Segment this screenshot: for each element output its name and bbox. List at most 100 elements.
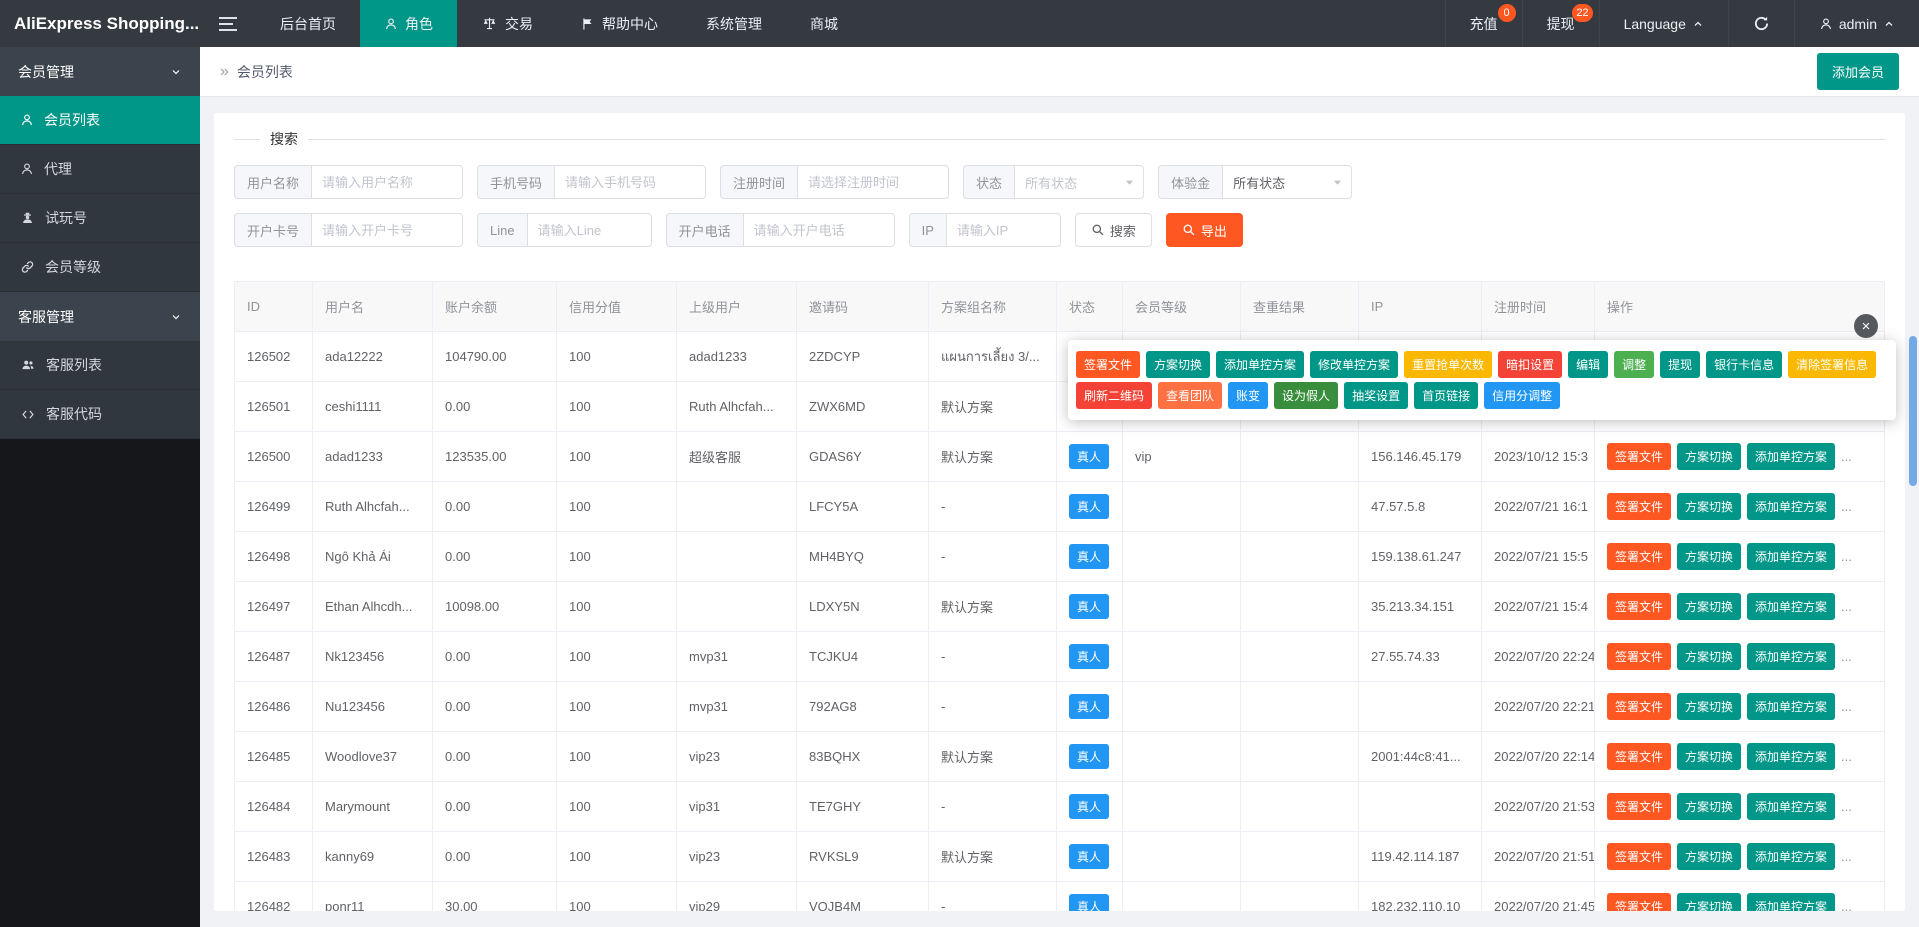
row-action-3-button[interactable]: 添加单控方案 xyxy=(1747,793,1835,820)
phone-field-input[interactable] xyxy=(554,165,706,199)
row-action-1-button[interactable]: 签署文件 xyxy=(1607,893,1671,911)
nav-item-mall[interactable]: 商城 xyxy=(786,0,862,47)
export-button[interactable]: 导出 xyxy=(1166,213,1243,247)
popup-action-button[interactable]: 账变 xyxy=(1228,382,1268,409)
username-field-input[interactable] xyxy=(311,165,463,199)
search-button[interactable]: 搜索 xyxy=(1075,213,1152,247)
sidebar-item-member-list[interactable]: 会员列表 xyxy=(0,96,200,145)
row-action-1-button[interactable]: 签署文件 xyxy=(1607,793,1671,820)
row-more-actions[interactable]: ... xyxy=(1841,799,1852,814)
row-action-2-button[interactable]: 方案切换 xyxy=(1677,543,1741,570)
popup-action-button[interactable]: 方案切换 xyxy=(1146,351,1210,378)
row-more-actions[interactable]: ... xyxy=(1841,899,1852,911)
row-action-2-button[interactable]: 方案切换 xyxy=(1677,643,1741,670)
row-action-2-button[interactable]: 方案切换 xyxy=(1677,743,1741,770)
ip-field-input[interactable] xyxy=(946,213,1061,247)
popup-action-button[interactable]: 调整 xyxy=(1614,351,1654,378)
popup-action-button[interactable]: 抽奖设置 xyxy=(1344,382,1408,409)
row-action-1-button[interactable]: 签署文件 xyxy=(1607,443,1671,470)
cell-status: 真人 xyxy=(1057,732,1123,782)
hamburger-icon xyxy=(219,17,237,31)
line-field-input[interactable] xyxy=(527,213,652,247)
card-number-field-input[interactable] xyxy=(311,213,463,247)
nav-item-help-center[interactable]: 帮助中心 xyxy=(557,0,682,47)
row-action-2-button[interactable]: 方案切换 xyxy=(1677,693,1741,720)
popup-action-button[interactable]: 提现 xyxy=(1660,351,1700,378)
row-action-3-button[interactable]: 添加单控方案 xyxy=(1747,543,1835,570)
popup-action-button[interactable]: 重置抢单次数 xyxy=(1404,351,1492,378)
nav-item-role[interactable]: 角色 xyxy=(360,0,457,47)
popup-action-button[interactable]: 信用分调整 xyxy=(1484,382,1560,409)
language-dropdown[interactable]: Language xyxy=(1599,0,1728,47)
refresh-button[interactable] xyxy=(1728,0,1794,47)
cell-username: Ngô Khả Ái xyxy=(313,532,433,582)
row-action-3-button[interactable]: 添加单控方案 xyxy=(1747,893,1835,911)
popup-action-button[interactable]: 首页链接 xyxy=(1414,382,1478,409)
account-phone-field-input[interactable] xyxy=(743,213,895,247)
sidebar-group-header-1[interactable]: 会员管理 xyxy=(0,47,200,96)
row-more-actions[interactable]: ... xyxy=(1841,649,1852,664)
nav-item-label: 帮助中心 xyxy=(602,14,658,34)
row-action-2-button[interactable]: 方案切换 xyxy=(1677,593,1741,620)
row-action-1-button[interactable]: 签署文件 xyxy=(1607,593,1671,620)
admin-dropdown[interactable]: admin xyxy=(1794,0,1919,47)
row-action-2-button[interactable]: 方案切换 xyxy=(1677,793,1741,820)
nav-item-trade[interactable]: 交易 xyxy=(457,0,557,47)
row-action-3-button[interactable]: 添加单控方案 xyxy=(1747,443,1835,470)
row-more-actions[interactable]: ... xyxy=(1841,449,1852,464)
row-action-3-button[interactable]: 添加单控方案 xyxy=(1747,643,1835,670)
row-more-actions[interactable]: ... xyxy=(1841,499,1852,514)
popup-action-button[interactable]: 设为假人 xyxy=(1274,382,1338,409)
row-action-3-button[interactable]: 添加单控方案 xyxy=(1747,843,1835,870)
row-action-2-button[interactable]: 方案切换 xyxy=(1677,893,1741,911)
nav-item-dashboard[interactable]: 后台首页 xyxy=(256,0,360,47)
recharge-label: 充值 xyxy=(1470,14,1498,34)
row-action-1-button[interactable]: 签署文件 xyxy=(1607,543,1671,570)
add-member-button[interactable]: 添加会员 xyxy=(1817,53,1899,90)
sidebar-item-service-code[interactable]: 客服代码 xyxy=(0,390,200,439)
cell-actions: 签署文件方案切换添加单控方案... xyxy=(1595,632,1885,682)
main-menu: 后台首页角色交易 帮助中心 系统管理商城 xyxy=(256,0,862,47)
row-action-3-button[interactable]: 添加单控方案 xyxy=(1747,493,1835,520)
popup-action-button[interactable]: 编辑 xyxy=(1568,351,1608,378)
popup-action-button[interactable]: 查看团队 xyxy=(1158,382,1222,409)
row-action-3-button[interactable]: 添加单控方案 xyxy=(1747,743,1835,770)
recharge-button[interactable]: 充值 0 xyxy=(1445,0,1522,47)
nav-item-system[interactable]: 系统管理 xyxy=(682,0,786,47)
row-more-actions[interactable]: ... xyxy=(1841,849,1852,864)
popup-close-button[interactable]: × xyxy=(1854,314,1878,338)
trial-fund-select-control[interactable]: 所有状态 xyxy=(1222,165,1352,199)
cell-parent: vip23 xyxy=(677,732,797,782)
popup-action-button[interactable]: 银行卡信息 xyxy=(1706,351,1782,378)
row-action-1-button[interactable]: 签署文件 xyxy=(1607,643,1671,670)
sidebar-group-header-2[interactable]: 客服管理 xyxy=(0,292,200,341)
sidebar-toggle-button[interactable] xyxy=(200,0,256,47)
popup-action-button[interactable]: 签署文件 xyxy=(1076,351,1140,378)
row-action-1-button[interactable]: 签署文件 xyxy=(1607,693,1671,720)
sidebar-item-agent[interactable]: 代理 xyxy=(0,145,200,194)
row-action-1-button[interactable]: 签署文件 xyxy=(1607,843,1671,870)
vertical-scrollbar-thumb[interactable] xyxy=(1909,336,1917,486)
popup-action-button[interactable]: 清除签署信息 xyxy=(1788,351,1876,378)
sidebar-item-service-list[interactable]: 客服列表 xyxy=(0,341,200,390)
withdraw-button[interactable]: 提现 22 xyxy=(1522,0,1599,47)
row-action-3-button[interactable]: 添加单控方案 xyxy=(1747,693,1835,720)
row-action-1-button[interactable]: 签署文件 xyxy=(1607,493,1671,520)
row-more-actions[interactable]: ... xyxy=(1841,599,1852,614)
register-time-field-input[interactable] xyxy=(797,165,949,199)
row-action-2-button[interactable]: 方案切换 xyxy=(1677,843,1741,870)
row-action-2-button[interactable]: 方案切换 xyxy=(1677,493,1741,520)
popup-action-button[interactable]: 修改单控方案 xyxy=(1310,351,1398,378)
popup-action-button[interactable]: 刷新二维码 xyxy=(1076,382,1152,409)
sidebar-item-trial-account[interactable]: 试玩号 xyxy=(0,194,200,243)
popup-action-button[interactable]: 暗扣设置 xyxy=(1498,351,1562,378)
status-select-control[interactable]: 所有状态 xyxy=(1014,165,1144,199)
row-action-2-button[interactable]: 方案切换 xyxy=(1677,443,1741,470)
row-more-actions[interactable]: ... xyxy=(1841,549,1852,564)
row-action-1-button[interactable]: 签署文件 xyxy=(1607,743,1671,770)
sidebar-item-member-level[interactable]: 会员等级 xyxy=(0,243,200,292)
row-more-actions[interactable]: ... xyxy=(1841,749,1852,764)
popup-action-button[interactable]: 添加单控方案 xyxy=(1216,351,1304,378)
row-action-3-button[interactable]: 添加单控方案 xyxy=(1747,593,1835,620)
row-more-actions[interactable]: ... xyxy=(1841,699,1852,714)
